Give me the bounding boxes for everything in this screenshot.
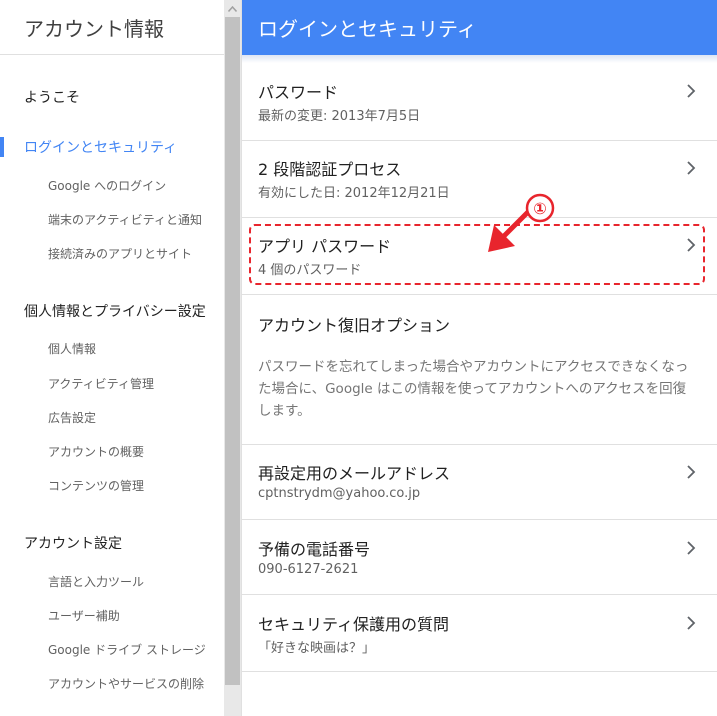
sidebar-item-welcome[interactable]: ようこそ (24, 87, 80, 107)
sidebar-title: アカウント情報 (0, 0, 224, 55)
recovery-email-title: 再設定用のメールアドレス (258, 464, 451, 483)
sidebar-scrollbar[interactable] (224, 0, 241, 716)
chevron-right-icon (687, 161, 696, 175)
chevron-right-icon (687, 541, 696, 555)
password-row[interactable]: パスワード 最新の変更: 2013年7月5日 (242, 63, 717, 141)
security-question-title: セキュリティ保護用の質問 (258, 615, 450, 634)
recovery-email-row[interactable]: 再設定用のメールアドレス cptnstrydm@yahoo.co.jp (242, 445, 717, 520)
sidebar-item-connected-apps[interactable]: 接続済みのアプリとサイト (48, 245, 192, 262)
security-question-value: 「好きな映画は？」 (258, 641, 376, 656)
chevron-right-icon (687, 465, 696, 479)
recovery-section-title: アカウント復旧オプション (258, 316, 451, 335)
sidebar-item-content-control[interactable]: コンテンツの管理 (48, 477, 144, 494)
sidebar-item-personal-privacy[interactable]: 個人情報とプライバシー設定 (24, 301, 206, 321)
password-last-changed: 最新の変更: 2013年7月5日 (258, 109, 421, 124)
recovery-email-value: cptnstrydm@yahoo.co.jp (258, 486, 421, 501)
page-title: ログインとセキュリティ (242, 0, 717, 55)
password-title: パスワード (258, 83, 339, 102)
scroll-thumb[interactable] (225, 17, 240, 685)
main-panel: ログインとセキュリティ パスワード 最新の変更: 2013年7月5日 2 段階認… (241, 0, 717, 716)
sidebar-item-accessibility[interactable]: ユーザー補助 (48, 607, 120, 624)
sidebar-item-account-overview[interactable]: アカウントの概要 (48, 443, 144, 460)
active-indicator (0, 137, 4, 157)
sidebar-item-ad-settings[interactable]: 広告設定 (48, 409, 96, 426)
sidebar-item-account-preferences[interactable]: アカウント設定 (24, 533, 122, 553)
chevron-right-icon (687, 616, 696, 630)
sidebar-item-google-login[interactable]: Google へのログイン (48, 177, 166, 194)
sidebar-item-drive-storage[interactable]: Google ドライブ ストレージ (48, 641, 206, 658)
recovery-phone-row[interactable]: 予備の電話番号 090-6127-2621 (242, 520, 717, 595)
sidebar-item-device-activity[interactable]: 端末のアクティビティと通知 (48, 211, 202, 228)
recovery-description: パスワードを忘れてしまった場合やアカウントにアクセスできなくなった場合に、Goo… (258, 359, 689, 419)
chevron-right-icon (687, 84, 696, 98)
two-step-title: 2 段階認証プロセス (258, 160, 402, 179)
two-step-row[interactable]: 2 段階認証プロセス 有効にした日: 2012年12月21日 (242, 141, 717, 218)
recovery-phone-value: 090-6127-2621 (258, 562, 359, 577)
scroll-up-arrow-icon[interactable] (224, 0, 241, 17)
sidebar-item-delete-account[interactable]: アカウントやサービスの削除 (48, 675, 204, 692)
recovery-phone-title: 予備の電話番号 (258, 540, 371, 559)
sidebar-item-personal-info[interactable]: 個人情報 (48, 340, 96, 357)
sidebar: アカウント情報 ようこそ ログインとセキュリティ Google へのログイン 端… (0, 0, 224, 716)
security-question-row[interactable]: セキュリティ保護用の質問 「好きな映画は？」 (242, 595, 717, 672)
header-shadow (242, 55, 717, 63)
sidebar-item-login-security[interactable]: ログインとセキュリティ (24, 137, 177, 157)
sidebar-item-language[interactable]: 言語と入力ツール (48, 573, 144, 590)
two-step-enabled-date: 有効にした日: 2012年12月21日 (258, 186, 450, 201)
sidebar-item-activity-controls[interactable]: アクティビティ管理 (48, 375, 154, 392)
annotation-dashed-box (249, 224, 705, 285)
